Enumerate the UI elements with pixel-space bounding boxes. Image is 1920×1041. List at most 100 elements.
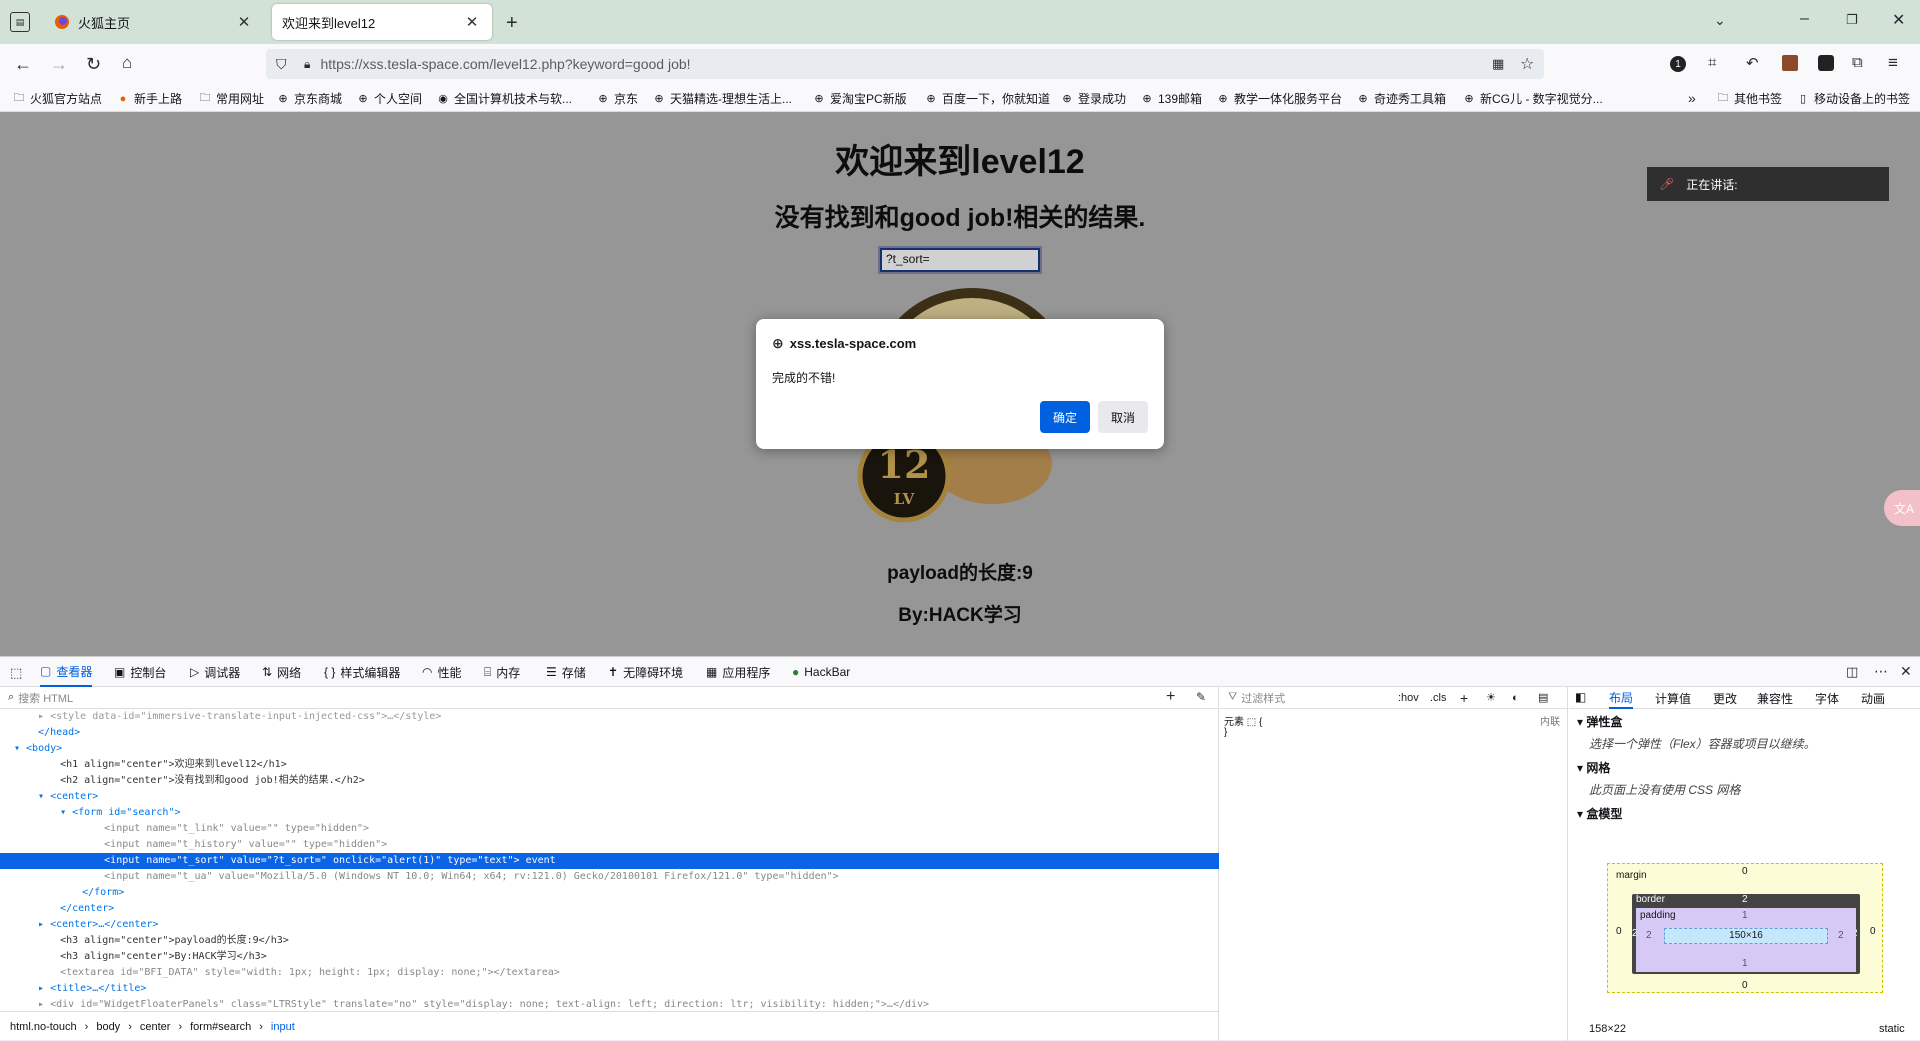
html-search[interactable]: ⌕ 搜索 HTML + ✎ — [0, 687, 1219, 709]
crop-icon[interactable]: ⌗ — [1708, 54, 1716, 71]
bookmark-item[interactable]: ◉ 全国计算机技术与软... — [436, 90, 572, 107]
lock-icon[interactable]: 🔒︎ — [304, 57, 310, 72]
tab-changes[interactable]: 更改 — [1713, 687, 1737, 709]
close-icon[interactable]: ✕ — [1900, 663, 1912, 680]
padding-left-value[interactable]: 2 — [1646, 930, 1652, 941]
tab-accessibility[interactable]: ✝ 无障碍环境 — [608, 657, 683, 687]
tab-level12[interactable]: 欢迎来到level12 ✕ — [272, 4, 492, 40]
grid-section-title[interactable]: ▾ 网格 — [1577, 759, 1610, 776]
tree-node[interactable]: </head> — [0, 725, 1219, 741]
element-picker-icon[interactable]: ⬚ — [10, 665, 22, 681]
bookmark-item[interactable]: ⊕ 京东商城 — [276, 90, 342, 107]
bookmark-item[interactable]: ⊕ 京东 — [596, 90, 638, 107]
bookmark-item[interactable]: ⊕ 新CG儿 - 数字视觉分... — [1462, 90, 1602, 107]
tree-node[interactable]: ▸ <title>…</title> — [0, 981, 1219, 997]
close-window-icon[interactable]: ✕ — [1892, 10, 1905, 30]
extension-1-icon[interactable]: 1 — [1670, 56, 1686, 72]
close-icon[interactable]: ✕ — [234, 13, 254, 31]
border-top-value[interactable]: 2 — [1742, 894, 1748, 905]
margin-top-value[interactable]: 0 — [1742, 866, 1748, 877]
tab-style-editor[interactable]: { } 样式编辑器 — [324, 657, 400, 687]
bookmark-item[interactable]: ⊕ 个人空间 — [356, 90, 422, 107]
bookmark-item[interactable]: 🗀︎ 常用网址 — [198, 90, 265, 107]
bookmark-item[interactable]: 🗀︎ 其他书签 — [1716, 90, 1783, 107]
tree-node[interactable]: ▸ <div id="WidgetFloaterPanels" class="L… — [0, 997, 1219, 1011]
bookmark-item[interactable]: ● 新手上路 — [116, 90, 182, 107]
qr-code-icon[interactable]: ▦ — [1492, 56, 1504, 72]
flexbox-section-title[interactable]: ▾ 弹性盒 — [1577, 713, 1622, 730]
bookmark-item[interactable]: 🗀︎ 火狐官方站点 — [12, 90, 103, 107]
menu-icon[interactable]: ≡ — [1888, 53, 1898, 73]
dock-icon[interactable]: ◫ — [1846, 664, 1858, 680]
breadcrumb-item[interactable]: body — [96, 1021, 120, 1033]
container-icon[interactable] — [1818, 55, 1834, 71]
bookmark-item[interactable]: ⊕ 爱淘宝PC新版 — [812, 90, 906, 107]
bookmark-item[interactable]: ⊕ 奇迹秀工具箱 — [1356, 90, 1446, 107]
tree-node[interactable]: ▾ <form id="search"> — [0, 805, 1219, 821]
tree-node[interactable]: <h2 align="center">没有找到和good job!相关的结果.<… — [0, 773, 1219, 789]
shield-icon[interactable]: ⛉ — [276, 56, 287, 73]
avatar-icon[interactable] — [1782, 55, 1798, 71]
tab-compat[interactable]: 兼容性 — [1757, 687, 1793, 709]
breadcrumb-item[interactable]: center — [140, 1021, 171, 1033]
padding-top-value[interactable]: 1 — [1742, 910, 1748, 921]
tab-application[interactable]: ▦ 应用程序 — [706, 657, 770, 687]
tree-node[interactable]: <input name="t_ua" value="Mozilla/5.0 (W… — [0, 869, 1219, 885]
tree-node[interactable]: </center> — [0, 901, 1219, 917]
home-icon[interactable]: ⌂ — [122, 53, 132, 73]
box-model-section-title[interactable]: ▾ 盒模型 — [1577, 805, 1622, 822]
restore-icon[interactable]: ❐ — [1846, 12, 1858, 28]
tab-fonts[interactable]: 字体 — [1815, 687, 1839, 709]
margin-right-value[interactable]: 0 — [1870, 926, 1876, 937]
padding-right-value[interactable]: 2 — [1838, 930, 1844, 941]
add-node-icon[interactable]: + — [1166, 688, 1175, 706]
tab-list-icon[interactable]: ▤ — [10, 12, 30, 32]
eyedropper-icon[interactable]: ✎ — [1196, 690, 1206, 704]
padding-bottom-value[interactable]: 1 — [1742, 958, 1748, 969]
bookmark-item[interactable]: ⊕ 天猫精选-理想生活上... — [652, 90, 792, 107]
tab-storage[interactable]: ☰ 存储 — [546, 657, 586, 687]
hov-toggle[interactable]: :hov — [1398, 692, 1419, 704]
bookmark-item[interactable]: ▯ 移动设备上的书签 — [1796, 90, 1910, 107]
tree-node[interactable]: <textarea id="BFI_DATA" style="width: 1p… — [0, 965, 1219, 981]
light-theme-icon[interactable]: ☀ — [1486, 691, 1496, 704]
tree-node[interactable]: ▾ <body> — [0, 741, 1219, 757]
chevron-down-icon[interactable]: ⌄ — [1714, 12, 1726, 29]
url-bar[interactable]: ⛉ 🔒︎ https://xss.tesla-space.com/level12… — [266, 49, 1544, 79]
cls-toggle[interactable]: .cls — [1430, 692, 1447, 704]
reload-icon[interactable]: ↻ — [86, 54, 101, 75]
breadcrumb-item[interactable]: form#search — [190, 1021, 251, 1033]
tab-computed[interactable]: 计算值 — [1655, 687, 1691, 709]
tab-memory[interactable]: ⌸ 内存 — [484, 657, 520, 687]
tree-node[interactable]: <h1 align="center">欢迎来到level12</h1> — [0, 757, 1219, 773]
breadcrumb-item[interactable]: input — [271, 1021, 295, 1033]
tree-node[interactable]: <input name="t_history" value="" type="h… — [0, 837, 1219, 853]
new-tab-icon[interactable]: + — [506, 12, 518, 35]
dark-theme-icon[interactable]: ◐ — [1512, 692, 1519, 704]
star-icon[interactable]: ☆ — [1520, 54, 1534, 74]
tree-node-selected[interactable]: <input name="t_sort" value="?t_sort=" on… — [0, 853, 1219, 869]
url-text[interactable]: https://xss.tesla-space.com/level12.php?… — [321, 56, 691, 72]
tab-hackbar[interactable]: ● HackBar — [792, 657, 850, 687]
bookmark-item[interactable]: ⊕ 登录成功 — [1060, 90, 1126, 107]
breadcrumb-item[interactable]: html.no-touch — [10, 1021, 77, 1033]
close-icon[interactable]: ✕ — [462, 13, 482, 31]
tab-debugger[interactable]: ▷ 调试器 — [190, 657, 240, 687]
tree-node[interactable]: ▾ <center> — [0, 789, 1219, 805]
tree-node[interactable]: <h3 align="center">By:HACK学习</h3> — [0, 949, 1219, 965]
minimize-icon[interactable]: – — [1800, 10, 1809, 28]
tab-network[interactable]: ⇅ 网络 — [262, 657, 301, 687]
forward-icon[interactable]: → — [50, 54, 68, 75]
back-icon[interactable]: ← — [14, 54, 32, 75]
bookmark-item[interactable]: ⊕ 百度一下，你就知道 — [924, 90, 1050, 107]
tab-inspector[interactable]: ▢ 查看器 — [40, 657, 93, 687]
cancel-button[interactable]: 取消 — [1098, 401, 1148, 433]
tree-node[interactable]: ▸ <style data-id="immersive-translate-in… — [0, 709, 1219, 725]
chevron-right-icon[interactable]: » — [1688, 90, 1696, 106]
tab-animations[interactable]: 动画 — [1861, 687, 1885, 709]
margin-left-value[interactable]: 0 — [1616, 926, 1622, 937]
bookmark-item[interactable]: ⊕ 教学一体化服务平台 — [1216, 90, 1342, 107]
bookmark-item[interactable]: ⊕ 139邮箱 — [1140, 90, 1202, 107]
tree-node[interactable]: <input name="t_link" value="" type="hidd… — [0, 821, 1219, 837]
tree-node[interactable]: ▸ <center>…</center> — [0, 917, 1219, 933]
